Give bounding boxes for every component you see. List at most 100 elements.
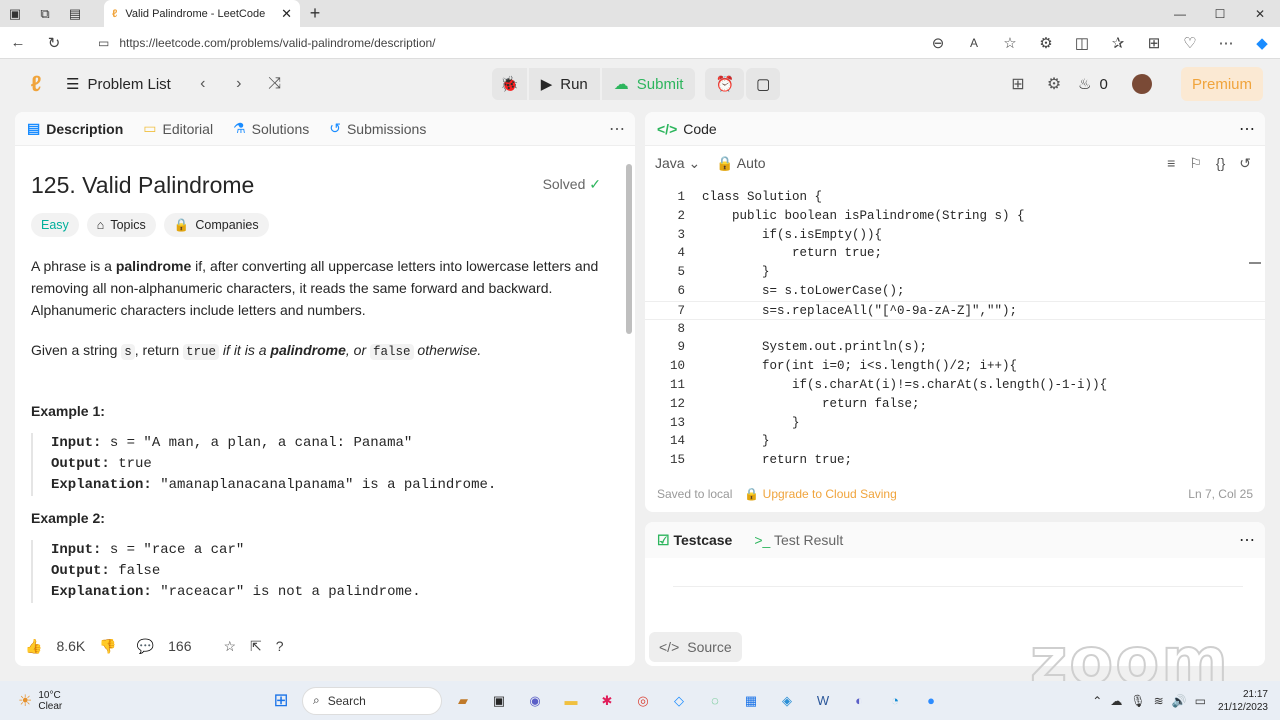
vscode-icon[interactable]: ◇ bbox=[664, 686, 694, 716]
url-field[interactable]: ▭ https://leetcode.com/problems/valid-pa… bbox=[90, 32, 1020, 54]
code-line[interactable]: 13 } bbox=[645, 414, 1265, 433]
tab-actions-icon[interactable]: ▤ bbox=[60, 0, 90, 27]
weather-widget[interactable]: ☀ 10°C Clear bbox=[0, 690, 260, 712]
timer-button[interactable]: ⏰ bbox=[705, 68, 745, 100]
braces-icon[interactable]: {} bbox=[1216, 155, 1225, 172]
extensions-icon[interactable]: ⚙ bbox=[1028, 27, 1064, 59]
tab-submissions[interactable]: ↺ Submissions bbox=[329, 120, 426, 137]
app-green-icon[interactable]: ◌ bbox=[700, 686, 730, 716]
thumbs-down-icon[interactable]: 👎 bbox=[99, 638, 116, 655]
refresh-icon[interactable]: ↻ bbox=[36, 27, 72, 59]
reset-icon[interactable]: ↺ bbox=[1239, 155, 1251, 172]
tab-test-result[interactable]: >_ Test Result bbox=[754, 532, 843, 548]
panel-menu-icon[interactable]: ⋯ bbox=[609, 119, 625, 139]
tab-testcase[interactable]: ☑ Testcase bbox=[657, 532, 732, 549]
code-line[interactable]: 1 class Solution { bbox=[645, 188, 1265, 207]
edge-icon[interactable]: ◔ bbox=[880, 686, 910, 716]
notes-button[interactable]: ▢ bbox=[746, 68, 781, 100]
slack-icon[interactable]: ✱ bbox=[592, 686, 622, 716]
difficulty-badge[interactable]: Easy bbox=[31, 213, 79, 237]
chrome-icon[interactable]: ◎ bbox=[628, 686, 658, 716]
code-line[interactable]: 10 for(int i=0; i<s.length()/2; i++){ bbox=[645, 357, 1265, 376]
source-button[interactable]: </> Source bbox=[649, 632, 742, 662]
profile-icon[interactable]: ▣ bbox=[0, 0, 30, 27]
word-icon[interactable]: W bbox=[808, 686, 838, 716]
browser-tab[interactable]: ℓ Valid Palindrome - LeetCode ✕ bbox=[104, 0, 300, 27]
share-icon[interactable]: ⇱ bbox=[250, 638, 262, 655]
close-window-icon[interactable]: ✕ bbox=[1240, 7, 1280, 21]
code-line[interactable]: 7 s=s.replaceAll("[^0-9a-zA-Z]",""); bbox=[645, 300, 1265, 320]
back-icon[interactable]: ← bbox=[0, 27, 36, 59]
next-problem-icon[interactable]: › bbox=[221, 67, 257, 101]
comment-icon[interactable]: 💬 bbox=[137, 638, 154, 655]
code-line[interactable]: 2 public boolean isPalindrome(String s) … bbox=[645, 207, 1265, 226]
tab-description[interactable]: ▤ Description bbox=[27, 120, 123, 137]
code-panel-menu-icon[interactable]: ⋯ bbox=[1239, 119, 1255, 139]
description-scrollbar[interactable] bbox=[626, 164, 632, 334]
testcase-menu-icon[interactable]: ⋯ bbox=[1239, 530, 1255, 550]
editor-scrollbar[interactable] bbox=[1249, 262, 1261, 264]
collections-icon[interactable]: ⊞ bbox=[1136, 27, 1172, 59]
taskbar-search[interactable]: ⌕ Search bbox=[302, 686, 442, 715]
code-line[interactable]: 3 if(s.isEmpty()){ bbox=[645, 226, 1265, 245]
tab-editorial[interactable]: ▭ Editorial bbox=[143, 120, 213, 137]
leetcode-logo-icon[interactable]: ℓ bbox=[18, 67, 54, 101]
code-line[interactable]: 5 } bbox=[645, 263, 1265, 282]
maximize-icon[interactable]: ☐ bbox=[1200, 7, 1240, 21]
wifi-icon[interactable]: ≋ bbox=[1154, 694, 1164, 708]
code-line[interactable]: 12 return false; bbox=[645, 395, 1265, 414]
autocomplete-mode[interactable]: 🔒 Auto bbox=[716, 155, 765, 172]
minimize-icon[interactable]: — bbox=[1160, 7, 1200, 21]
language-select[interactable]: Java ⌄ bbox=[655, 155, 700, 172]
testcase-input[interactable] bbox=[673, 586, 1243, 592]
volume-icon[interactable]: 🔊 bbox=[1172, 694, 1187, 708]
clock[interactable]: 21:17 21/12/2023 bbox=[1218, 688, 1268, 714]
browser-essentials-icon[interactable]: ♡ bbox=[1172, 27, 1208, 59]
code-line[interactable]: 6 s= s.toLowerCase(); bbox=[645, 282, 1265, 301]
file-explorer-icon[interactable]: ▬ bbox=[556, 686, 586, 716]
star-icon[interactable]: ☆ bbox=[223, 638, 236, 655]
copilot-icon[interactable]: ◆ bbox=[1244, 27, 1280, 59]
cloud-icon[interactable]: ☁ bbox=[1110, 694, 1122, 708]
thumbs-up-icon[interactable]: 👍 bbox=[25, 638, 42, 655]
new-tab-icon[interactable]: + bbox=[300, 0, 330, 27]
upgrade-cloud-link[interactable]: 🔒 Upgrade to Cloud Saving bbox=[744, 487, 896, 501]
code-line[interactable]: 4 return true; bbox=[645, 244, 1265, 263]
streak-counter[interactable]: ♨ 0 bbox=[1078, 75, 1108, 94]
workspaces-icon[interactable]: ⧉ bbox=[30, 0, 60, 27]
task-view-icon[interactable]: ▣ bbox=[484, 686, 514, 716]
problem-list-button[interactable]: ☰ Problem List bbox=[66, 75, 171, 94]
code-lines[interactable]: 1 class Solution {2 public boolean isPali… bbox=[645, 188, 1265, 470]
premium-button[interactable]: Premium bbox=[1181, 67, 1263, 101]
tab-solutions[interactable]: ⚗ Solutions bbox=[233, 120, 309, 137]
start-icon[interactable]: ⊞ bbox=[266, 686, 296, 716]
topics-button[interactable]: ⌂ Topics bbox=[86, 213, 156, 237]
code-line[interactable]: 8 bbox=[645, 320, 1265, 339]
prev-problem-icon[interactable]: ‹ bbox=[185, 67, 221, 101]
code-line[interactable]: 15 return true; bbox=[645, 451, 1265, 470]
code-line[interactable]: 11 if(s.charAt(i)!=s.charAt(s.length()-1… bbox=[645, 376, 1265, 395]
settings-gear-icon[interactable]: ⚙ bbox=[1036, 67, 1072, 101]
layout-icon[interactable]: ⊞ bbox=[1000, 67, 1036, 101]
app-purple-icon[interactable]: ◐ bbox=[844, 686, 874, 716]
code-line[interactable]: 14 } bbox=[645, 432, 1265, 451]
split-screen-icon[interactable]: ◫ bbox=[1064, 27, 1100, 59]
briefcase-icon[interactable]: ▰ bbox=[448, 686, 478, 716]
format-icon[interactable]: ≡ bbox=[1167, 155, 1175, 172]
companies-button[interactable]: 🔒 Companies bbox=[163, 213, 269, 237]
close-tab-icon[interactable]: ✕ bbox=[281, 6, 292, 22]
app-blue-icon[interactable]: ◈ bbox=[772, 686, 802, 716]
help-icon[interactable]: ? bbox=[276, 638, 284, 654]
zoom-app-icon[interactable]: ● bbox=[916, 686, 946, 716]
submit-button[interactable]: ☁ Submit bbox=[601, 68, 696, 100]
battery-icon[interactable]: ▭ bbox=[1195, 694, 1206, 708]
store-icon[interactable]: ▦ bbox=[736, 686, 766, 716]
page-info-icon[interactable]: ▭ bbox=[98, 36, 109, 50]
bookmark-icon[interactable]: ⚐ bbox=[1189, 155, 1202, 172]
shuffle-icon[interactable]: ⤨ bbox=[257, 67, 293, 101]
run-button[interactable]: ▶ Run bbox=[528, 68, 600, 100]
chevron-up-icon[interactable]: ⌃ bbox=[1092, 694, 1102, 708]
microphone-icon[interactable]: 🎙 bbox=[1130, 694, 1145, 708]
debug-button[interactable]: 🐞 bbox=[492, 68, 527, 100]
code-line[interactable]: 9 System.out.println(s); bbox=[645, 338, 1265, 357]
